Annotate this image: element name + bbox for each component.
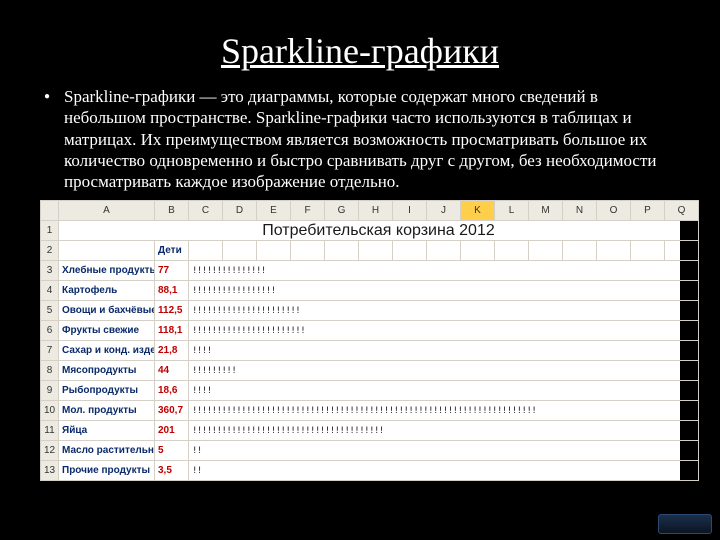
column-header[interactable]: P bbox=[631, 201, 665, 221]
column-header[interactable]: Q bbox=[665, 201, 699, 221]
sparkline-cell[interactable]: !!!!!!!!!!!!!!!!!!!!!!! bbox=[189, 321, 699, 341]
value-cell[interactable]: 44 bbox=[155, 361, 189, 381]
value-cell[interactable]: 88,1 bbox=[155, 281, 189, 301]
value-cell[interactable]: 360,7 bbox=[155, 401, 189, 421]
cell[interactable] bbox=[597, 241, 631, 261]
sparkline-cell[interactable]: !!!!!!!!! bbox=[189, 361, 699, 381]
cell[interactable] bbox=[257, 241, 291, 261]
row-header[interactable]: 10 bbox=[41, 401, 59, 421]
column-header[interactable]: E bbox=[257, 201, 291, 221]
value-cell[interactable]: 118,1 bbox=[155, 321, 189, 341]
sparkline-cell[interactable]: !!!!!!!!!!!!!!!!!!!!!!!!!!!!!!!!!!!!!!! bbox=[189, 421, 699, 441]
cell[interactable] bbox=[529, 241, 563, 261]
sparkline-cell[interactable]: !!!!!!!!!!!!!!!!! bbox=[189, 281, 699, 301]
sheet-title[interactable]: Потребительская корзина 2012 bbox=[59, 221, 699, 241]
column-header[interactable]: A bbox=[59, 201, 155, 221]
cell[interactable] bbox=[291, 241, 325, 261]
category-cell[interactable]: Рыбопродукты bbox=[59, 381, 155, 401]
column-header[interactable]: C bbox=[189, 201, 223, 221]
column-header[interactable]: D bbox=[223, 201, 257, 221]
column-header[interactable]: B bbox=[155, 201, 189, 221]
sparkline-cell[interactable]: !!!!!!!!!!!!!!! bbox=[189, 261, 699, 281]
column-header[interactable]: L bbox=[495, 201, 529, 221]
cell[interactable] bbox=[495, 241, 529, 261]
sparkline-cell[interactable]: !!!! bbox=[189, 341, 699, 361]
row-header[interactable]: 2 bbox=[41, 241, 59, 261]
row-header[interactable]: 8 bbox=[41, 361, 59, 381]
cell[interactable] bbox=[461, 241, 495, 261]
bullet-icon: ● bbox=[40, 86, 64, 192]
sparkline-cell[interactable]: !! bbox=[189, 461, 699, 481]
cell[interactable] bbox=[393, 241, 427, 261]
column-header[interactable]: K bbox=[461, 201, 495, 221]
category-cell[interactable]: Хлебные продукты bbox=[59, 261, 155, 281]
row-header[interactable]: 9 bbox=[41, 381, 59, 401]
row-header[interactable]: 13 bbox=[41, 461, 59, 481]
slide-title: Sparkline-графики bbox=[40, 30, 680, 72]
slide-paragraph: Sparkline-графики — это диаграммы, котор… bbox=[64, 86, 680, 192]
value-cell[interactable]: 112,5 bbox=[155, 301, 189, 321]
corner-cell[interactable] bbox=[41, 201, 59, 221]
sparkline-cell[interactable]: !! bbox=[189, 441, 699, 461]
category-cell[interactable]: Овощи и бахчёвые 2 bbox=[59, 301, 155, 321]
spreadsheet: ABCDEFGHIJKLMNOPQ1Потребительская корзин… bbox=[40, 200, 680, 481]
cell[interactable] bbox=[665, 241, 699, 261]
column-header[interactable]: O bbox=[597, 201, 631, 221]
row-header[interactable]: 3 bbox=[41, 261, 59, 281]
value-cell[interactable]: 5 bbox=[155, 441, 189, 461]
cell[interactable] bbox=[189, 241, 223, 261]
category-cell[interactable]: Картофель bbox=[59, 281, 155, 301]
row-header[interactable]: 6 bbox=[41, 321, 59, 341]
cell[interactable] bbox=[631, 241, 665, 261]
row-header[interactable]: 7 bbox=[41, 341, 59, 361]
category-cell[interactable]: Прочие продукты bbox=[59, 461, 155, 481]
sparkline-cell[interactable]: !!!!!!!!!!!!!!!!!!!!!! bbox=[189, 301, 699, 321]
row-header[interactable]: 1 bbox=[41, 221, 59, 241]
category-cell[interactable]: Сахар и конд. изделия bbox=[59, 341, 155, 361]
cell[interactable] bbox=[223, 241, 257, 261]
sparkline-cell[interactable]: !!!!!!!!!!!!!!!!!!!!!!!!!!!!!!!!!!!!!!!!… bbox=[189, 401, 699, 421]
footer-badge bbox=[658, 514, 712, 534]
value-cell[interactable]: 201 bbox=[155, 421, 189, 441]
category-cell[interactable]: Фрукты свежие bbox=[59, 321, 155, 341]
value-cell[interactable]: 21,8 bbox=[155, 341, 189, 361]
column-header[interactable]: G bbox=[325, 201, 359, 221]
sparkline-cell[interactable]: !!!! bbox=[189, 381, 699, 401]
category-cell[interactable]: Яйца bbox=[59, 421, 155, 441]
category-cell[interactable]: Мясопродукты bbox=[59, 361, 155, 381]
row-header[interactable]: 4 bbox=[41, 281, 59, 301]
row-header[interactable]: 5 bbox=[41, 301, 59, 321]
cell[interactable] bbox=[563, 241, 597, 261]
category-cell[interactable]: Мол. продукты bbox=[59, 401, 155, 421]
column-header[interactable]: N bbox=[563, 201, 597, 221]
cell[interactable] bbox=[325, 241, 359, 261]
column-header[interactable]: I bbox=[393, 201, 427, 221]
row-header[interactable]: 12 bbox=[41, 441, 59, 461]
row-header[interactable]: 11 bbox=[41, 421, 59, 441]
value-cell[interactable]: 77 bbox=[155, 261, 189, 281]
column-header[interactable]: J bbox=[427, 201, 461, 221]
value-cell[interactable]: 3,5 bbox=[155, 461, 189, 481]
value-cell[interactable]: 18,6 bbox=[155, 381, 189, 401]
column-header[interactable]: M bbox=[529, 201, 563, 221]
cell[interactable] bbox=[427, 241, 461, 261]
category-cell[interactable]: Масло растительное bbox=[59, 441, 155, 461]
column-header[interactable]: H bbox=[359, 201, 393, 221]
cell[interactable] bbox=[59, 241, 155, 261]
cell[interactable] bbox=[359, 241, 393, 261]
sub-header-cell[interactable]: Дети bbox=[155, 241, 189, 261]
column-header[interactable]: F bbox=[291, 201, 325, 221]
